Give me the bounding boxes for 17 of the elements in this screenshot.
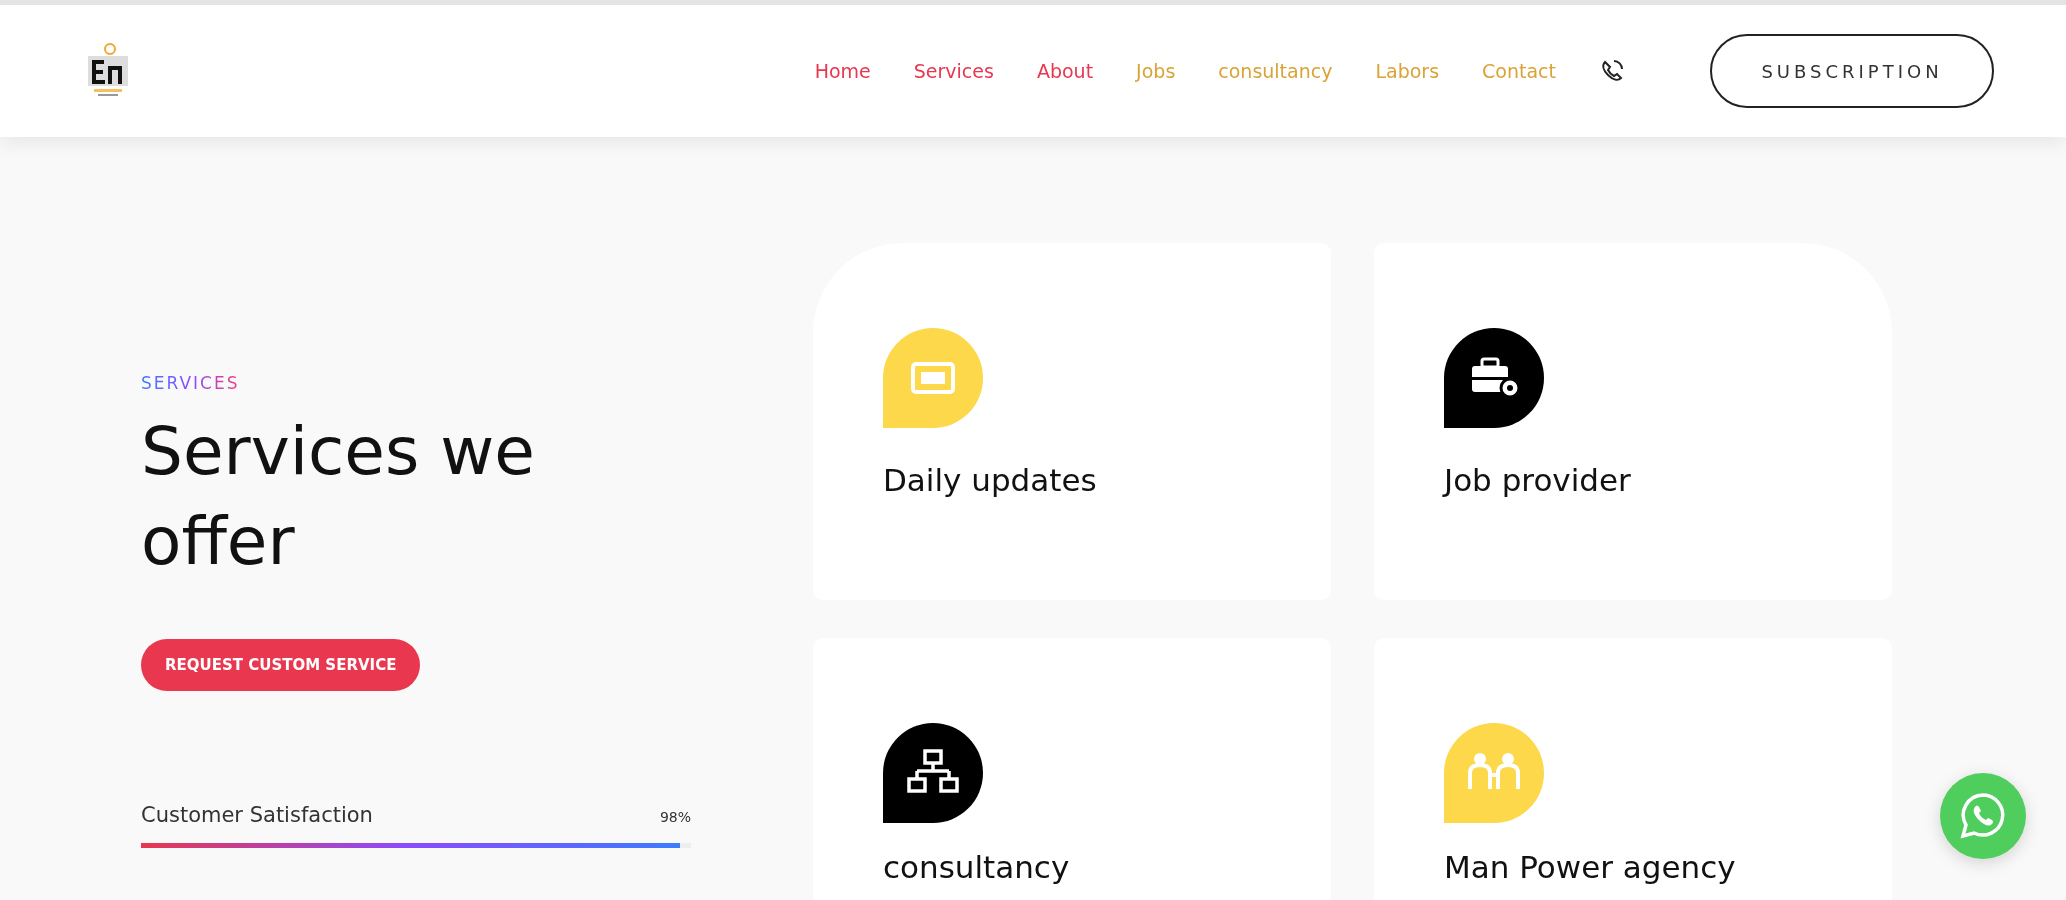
card-title: Job provider bbox=[1444, 462, 1632, 498]
card-title: Daily updates bbox=[883, 462, 1098, 498]
nav-link[interactable]: Home bbox=[814, 60, 871, 82]
skill-label: Customer Satisfaction bbox=[141, 803, 373, 827]
skill-percent: 98% bbox=[659, 809, 691, 825]
subscription-button[interactable]: SUBSCRIPTION bbox=[1710, 34, 1994, 108]
nav-link[interactable]: Services bbox=[913, 60, 994, 82]
phone-icon[interactable] bbox=[1599, 58, 1625, 84]
nav-link[interactable]: About bbox=[1036, 60, 1094, 82]
request-service-button[interactable]: REQUEST CUSTOM SERVICE bbox=[141, 639, 421, 691]
card-title: consultancy bbox=[883, 849, 1071, 885]
card-title: Man Power agency bbox=[1444, 849, 1737, 885]
nav-link[interactable]: Contact bbox=[1482, 60, 1556, 82]
nav-link[interactable]: consultancy bbox=[1218, 60, 1333, 82]
section-heading: Services we offer bbox=[141, 412, 536, 582]
nav-link[interactable]: Jobs bbox=[1136, 60, 1176, 82]
nav-link[interactable]: Labors bbox=[1375, 60, 1440, 82]
